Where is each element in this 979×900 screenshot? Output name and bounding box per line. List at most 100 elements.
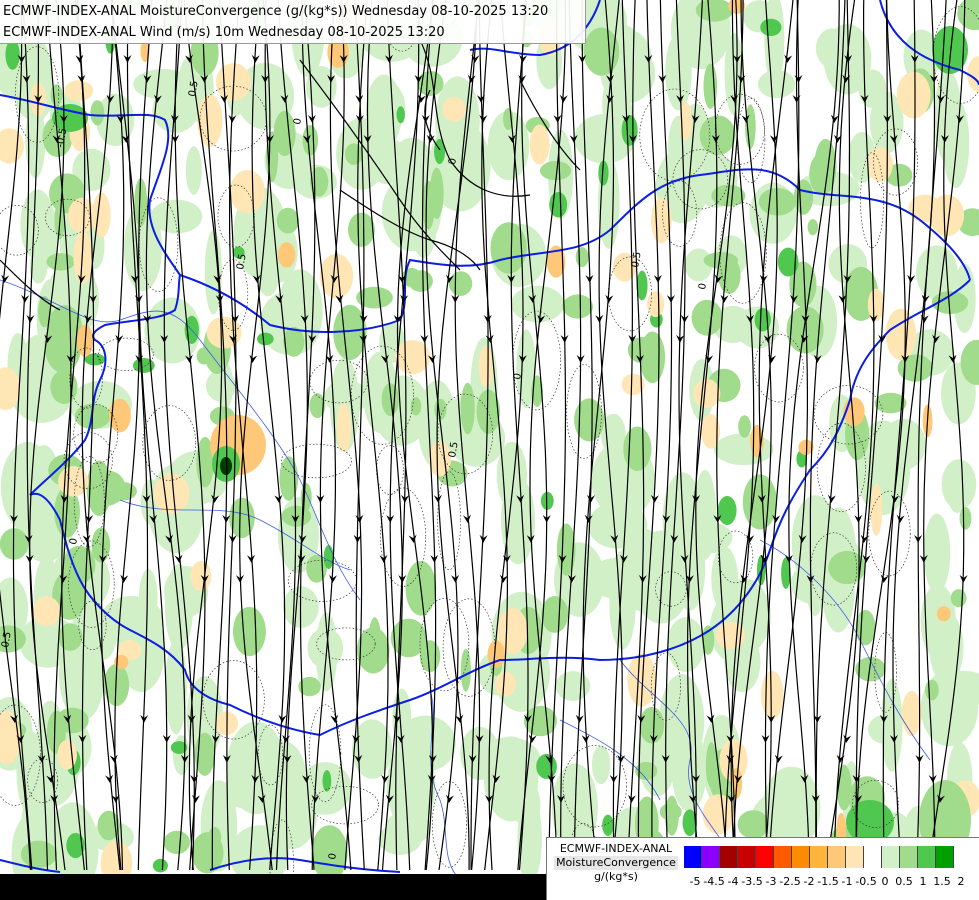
positive-convergence-area: [510, 285, 565, 323]
divergence-area: [428, 440, 452, 477]
positive-convergence-area: [395, 715, 456, 772]
positive-convergence-area: [793, 179, 814, 215]
divergence-area: [870, 483, 883, 536]
strong-convergence-area: [257, 332, 274, 346]
positive-convergence-area: [460, 648, 471, 692]
positive-convergence-area: [623, 426, 652, 472]
strong-convergence-area: [323, 544, 334, 570]
strong-convergence-area: [621, 114, 638, 146]
positive-convergence-area: [100, 595, 164, 644]
legend-swatch: [882, 846, 900, 868]
strong-convergence-area: [717, 495, 737, 526]
divergence-area: [64, 80, 94, 102]
divergence-area: [32, 596, 61, 627]
positive-convergence-area: [58, 623, 83, 651]
strong-convergence-area: [152, 858, 168, 873]
positive-convergence-area: [562, 294, 594, 319]
legend-tick-label: -5: [689, 875, 701, 888]
legend-tick-label: -2.5: [779, 875, 801, 888]
legend-unit: g/(kg*s): [594, 870, 638, 883]
legend-tick-labels: -5 -4.5 -4 -3.5 -3 -2.5 -2 -1.5 -1 -0.5 0 0.5 1 1.5 2: [690, 875, 979, 889]
divergence-area: [901, 690, 922, 737]
positive-convergence-area: [90, 100, 105, 126]
positive-convergence-area: [699, 115, 736, 156]
strong-convergence-area: [602, 814, 614, 836]
legend-tick-label: 2: [957, 875, 965, 888]
positive-convergence-area: [555, 671, 591, 701]
positive-convergence-area: [523, 705, 557, 737]
positive-convergence-area: [347, 212, 375, 247]
positive-convergence-area: [742, 474, 778, 530]
positive-convergence-area: [365, 74, 403, 149]
positive-convergence-area: [46, 253, 76, 271]
divergence-area: [153, 473, 190, 514]
divergence-area: [478, 345, 494, 388]
positive-convergence-area: [947, 470, 968, 514]
legend-model: ECMWF-INDEX-ANAL: [559, 842, 673, 855]
legend-tick-label: -3: [765, 875, 777, 888]
divergence-area: [867, 146, 893, 182]
divergence-area: [336, 402, 351, 453]
positive-convergence-area: [575, 247, 589, 268]
legend-swatch: [810, 846, 828, 868]
positive-convergence-area: [667, 617, 705, 672]
positive-convergence-area: [950, 589, 967, 608]
positive-convergence-area: [460, 382, 475, 435]
positive-convergence-area: [208, 826, 222, 848]
legend-tick-label: -4.5: [703, 875, 725, 888]
positive-convergence-area: [855, 609, 876, 646]
positive-convergence-area: [539, 161, 572, 181]
positive-convergence-area: [600, 413, 626, 456]
positive-convergence-area: [705, 742, 717, 789]
legend-tick-label: 1.5: [933, 875, 951, 888]
legend-tick-label: -1.5: [817, 875, 839, 888]
divergence-area: [206, 316, 242, 349]
divergence-area: [277, 241, 296, 268]
positive-convergence-area: [718, 256, 741, 294]
divergence-area: [702, 794, 735, 835]
legend-tick-label: -4: [727, 875, 739, 888]
divergence-area: [896, 71, 931, 119]
positive-convergence-area: [50, 84, 63, 106]
strong-convergence-area: [536, 753, 557, 779]
positive-convergence-area: [419, 640, 441, 673]
strong-convergence-area: [760, 18, 782, 37]
positive-convergence-area: [373, 375, 430, 446]
positive-convergence-area: [737, 810, 769, 839]
positive-convergence-area: [232, 606, 266, 657]
divergence-area: [693, 378, 721, 409]
positive-convergence-area: [185, 146, 202, 195]
positive-convergence-area: [639, 331, 666, 384]
strong-convergence-area: [5, 39, 20, 70]
positive-convergence-area: [368, 617, 382, 669]
positive-convergence-area: [276, 207, 300, 234]
legend-tick-label: 0: [881, 875, 889, 888]
positive-convergence-area: [925, 679, 939, 701]
legend-swatch: [738, 846, 756, 868]
divergence-area: [442, 96, 466, 122]
positive-convergence-area: [410, 397, 422, 416]
map-bottom-mask: [0, 874, 546, 900]
positive-convergence-area: [942, 98, 970, 189]
legend-tick-label: 1: [919, 875, 927, 888]
legend-swatch: [720, 846, 738, 868]
title-line-wind: ECMWF-INDEX-ANAL Wind (m/s) 10m Wednesda…: [3, 25, 445, 40]
legend-parameter: MoistureConvergence: [554, 856, 678, 870]
positive-convergence-area: [306, 554, 327, 583]
positive-convergence-area: [659, 803, 682, 821]
divergence-area: [57, 739, 77, 770]
positive-convergence-area: [858, 69, 887, 109]
legend-tick-label: -2: [803, 875, 815, 888]
legend-swatch: [756, 846, 774, 868]
divergence-area: [495, 671, 516, 697]
positive-convergence-area: [923, 513, 951, 593]
legend-swatch: [864, 846, 882, 868]
legend-swatch: [702, 846, 720, 868]
divergence-area: [929, 194, 965, 237]
title-line-moisture: ECMWF-INDEX-ANAL MoistureConvergence (g/…: [3, 4, 549, 19]
positive-convergence-area: [541, 596, 569, 633]
positive-convergence-area: [448, 271, 473, 296]
positive-convergence-area: [807, 218, 819, 236]
positive-convergence-area: [20, 840, 58, 868]
legend-swatch: [846, 846, 864, 868]
